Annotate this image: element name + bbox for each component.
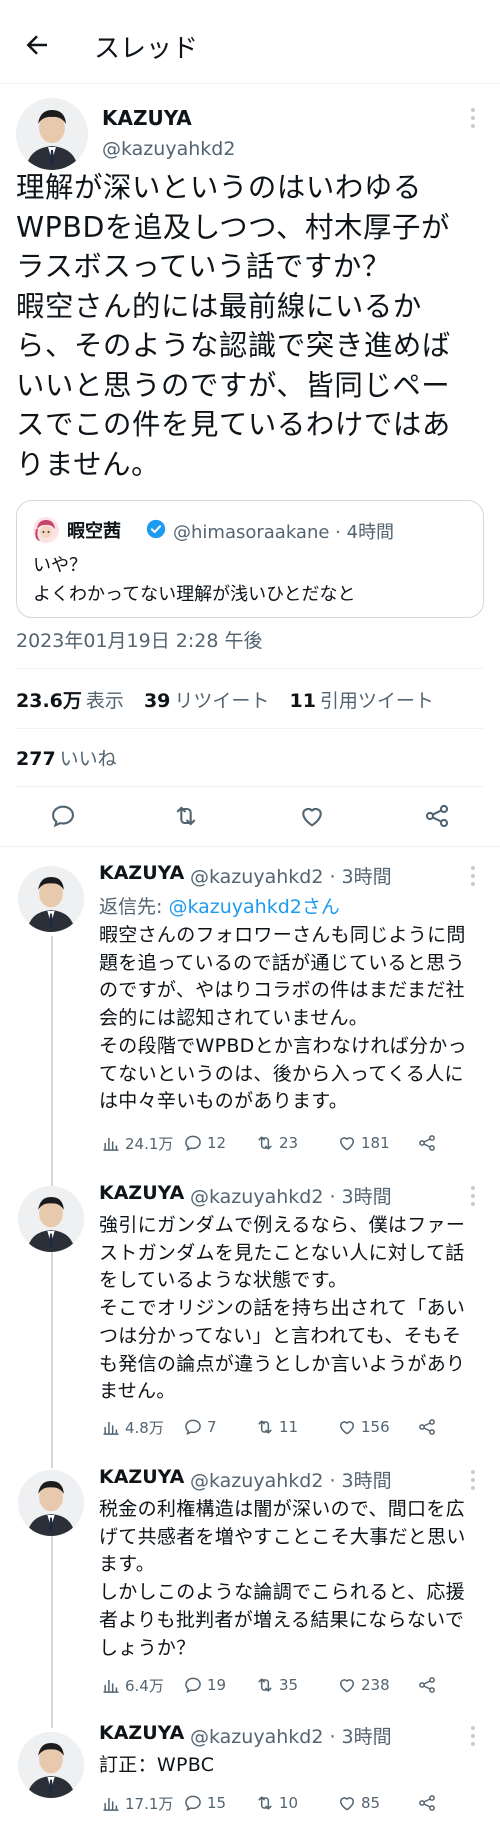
- like-heart-icon: [340, 1137, 354, 1151]
- retweet-stat[interactable]: 11: [255, 1414, 298, 1440]
- reply-author-name[interactable]: KAZUYA: [99, 862, 184, 884]
- reply-author-name[interactable]: KAZUYA: [99, 1466, 184, 1488]
- more-options-icon[interactable]: [470, 1470, 476, 1490]
- reply-icon: [185, 1795, 201, 1812]
- reply-to-handle[interactable]: @kazuyahkd2さん: [168, 896, 339, 918]
- reply-icon: [185, 1419, 201, 1436]
- tweet-text: 理解が深いというのはいわゆる WPBDを追及しつつ、村木厚子が ラスボスっていう…: [16, 171, 451, 481]
- reply-stat[interactable]: 12: [183, 1130, 226, 1156]
- share-icon: [419, 1795, 435, 1811]
- like-heart-icon[interactable]: [298, 802, 326, 830]
- verified-badge-icon: [146, 519, 166, 539]
- thread-connector: [51, 936, 53, 1186]
- divider: [16, 668, 484, 669]
- quote-text: いや？ よくわかってない理解が浅いひとだなと: [33, 555, 356, 605]
- analytics-icon: [103, 1138, 119, 1151]
- like-stat[interactable]: 156: [337, 1414, 390, 1440]
- reply-icon[interactable]: [49, 802, 77, 830]
- reply-actions: 24.1万 12 23 181: [99, 1130, 459, 1156]
- more-options-icon[interactable]: [470, 1186, 476, 1206]
- like-stat[interactable]: 181: [337, 1130, 390, 1156]
- divider: [16, 728, 484, 729]
- retweet-icon: [258, 1420, 272, 1434]
- retweet-icon: [258, 1678, 272, 1692]
- reply-meta: @kazuyahkd2 · 3時間: [190, 1470, 392, 1492]
- author-handle[interactable]: @kazuyahkd2: [102, 138, 235, 160]
- analytics-icon: [103, 1798, 119, 1811]
- share-icon: [419, 1677, 435, 1693]
- views-stat[interactable]: 6.4万: [101, 1672, 164, 1698]
- views-count[interactable]: 23.6万 表示: [16, 690, 124, 712]
- more-options-icon[interactable]: [470, 108, 476, 128]
- reply-icon: [185, 1135, 201, 1152]
- like-heart-icon: [340, 1679, 354, 1693]
- retweet-stat[interactable]: 10: [255, 1790, 298, 1816]
- quoted-tweet[interactable]: 暇空茜 @himasoraakane · 4時間 いや？ よくわかってない理解が…: [16, 500, 484, 618]
- more-options-icon[interactable]: [470, 1726, 476, 1746]
- retweets-count[interactable]: 39 リツイート: [144, 690, 269, 712]
- retweet-stat[interactable]: 23: [255, 1130, 298, 1156]
- share-icon: [419, 1135, 435, 1151]
- reply-text: 強引にガンダムで例えるなら、僕はファー ストガンダムを見たことない人に対して話 …: [99, 1214, 466, 1403]
- views-stat[interactable]: 17.1万: [101, 1790, 173, 1816]
- tweet-action-bar: [0, 790, 500, 842]
- avatar[interactable]: [16, 98, 88, 170]
- quote-avatar: [33, 517, 59, 543]
- reply-text: 税金の利権構造は闇が深いので、間口を広 げて共感者を増やすことこそ大事だと思い …: [99, 1498, 466, 1659]
- divider: [0, 846, 500, 847]
- share-button[interactable]: [417, 1672, 437, 1698]
- like-stat[interactable]: 85: [337, 1790, 380, 1816]
- more-options-icon[interactable]: [470, 866, 476, 886]
- analytics-icon: [103, 1422, 119, 1435]
- like-heart-icon: [340, 1421, 354, 1435]
- reply-text: 訂正：WPBC: [99, 1754, 215, 1776]
- likes-count[interactable]: 277 いいね: [16, 744, 117, 771]
- reply-author-name[interactable]: KAZUYA: [99, 1182, 184, 1204]
- views-stat[interactable]: 24.1万: [101, 1130, 173, 1156]
- tweet-timestamp[interactable]: 2023年01月19日 2:28 午後: [16, 626, 262, 653]
- thread-header: スレッド: [0, 0, 500, 84]
- avatar[interactable]: [18, 866, 84, 932]
- author-name[interactable]: KAZUYA: [102, 106, 192, 130]
- retweet-stat[interactable]: 35: [255, 1672, 298, 1698]
- back-arrow-icon[interactable]: [22, 30, 52, 60]
- avatar[interactable]: [18, 1186, 84, 1252]
- views-stat[interactable]: 4.8万: [101, 1414, 164, 1440]
- reply-stat[interactable]: 15: [183, 1790, 226, 1816]
- reply-icon: [185, 1677, 201, 1694]
- retweet-icon: [258, 1796, 272, 1810]
- avatar[interactable]: [18, 1470, 84, 1536]
- share-button[interactable]: [417, 1130, 437, 1156]
- divider: [16, 786, 484, 787]
- retweet-icon: [258, 1136, 272, 1150]
- quote-author-name: 暇空茜: [67, 521, 121, 542]
- like-heart-icon: [340, 1797, 354, 1811]
- reply-meta: @kazuyahkd2 · 3時間: [190, 1726, 392, 1748]
- reply-stat[interactable]: 7: [183, 1414, 217, 1440]
- tweet-stats: 23.6万 表示 39 リツイート 11 引用ツイート: [16, 686, 434, 713]
- reply-actions: 6.4万 19 35 238: [99, 1672, 459, 1698]
- reply-stat[interactable]: 19: [183, 1672, 226, 1698]
- share-icon: [419, 1419, 435, 1435]
- reply-actions: 17.1万 15 10 85: [99, 1790, 459, 1816]
- reply-meta: @kazuyahkd2 · 3時間: [190, 1186, 392, 1208]
- page-title: スレッド: [94, 34, 199, 64]
- like-stat[interactable]: 238: [337, 1672, 390, 1698]
- quotes-count[interactable]: 11 引用ツイート: [289, 690, 433, 712]
- retweet-icon[interactable]: [172, 802, 200, 830]
- analytics-icon: [103, 1680, 119, 1693]
- reply-actions: 4.8万 7 11 156: [99, 1414, 459, 1440]
- reply-text: 暇空さんのフォロワーさんも同じように問 題を追っているので話が通じていると思う …: [99, 924, 467, 1113]
- reply-author-name[interactable]: KAZUYA: [99, 1722, 184, 1744]
- reply-meta: @kazuyahkd2 · 3時間: [190, 866, 392, 888]
- share-icon[interactable]: [423, 802, 451, 830]
- avatar[interactable]: [18, 1732, 84, 1798]
- quote-meta: @himasoraakane · 4時間: [173, 522, 395, 543]
- share-button[interactable]: [417, 1414, 437, 1440]
- share-button[interactable]: [417, 1790, 437, 1816]
- reply-to-label: 返信先: @kazuyahkd2さん: [99, 896, 340, 918]
